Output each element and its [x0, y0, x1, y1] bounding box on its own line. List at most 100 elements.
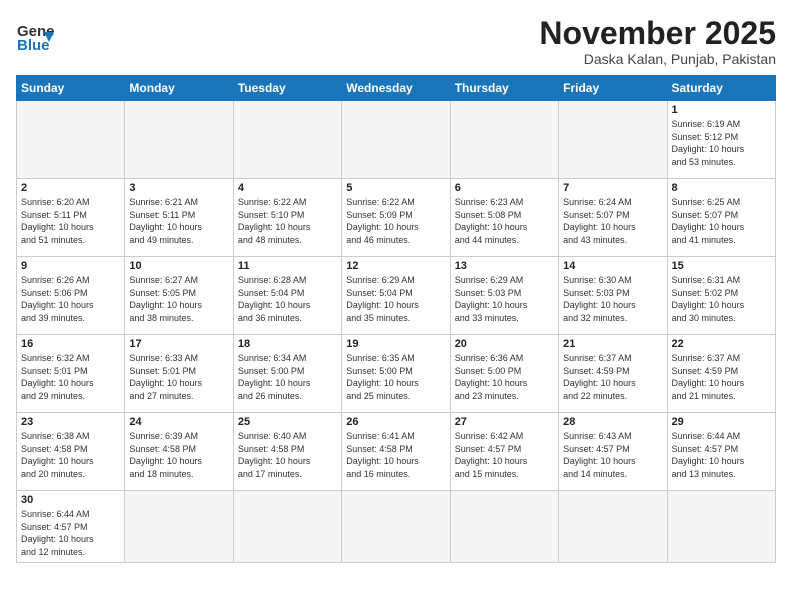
day-number: 14: [563, 260, 662, 272]
calendar-cell: 24 Sunrise: 6:39 AM Sunset: 4:58 PM Dayli…: [125, 413, 233, 491]
calendar-cell: 8Sunrise: 6:25 AM Sunset: 5:07 PM Daylig…: [667, 179, 775, 257]
day-number: 28: [563, 416, 662, 428]
calendar-week-row: 1 Sunrise: 6:19 AM Sunset: 5:12 PM Daylig…: [17, 101, 776, 179]
day-number: 29: [672, 416, 771, 428]
day-info: Sunrise: 6:32 AM Sunset: 5:01 PM Dayligh…: [21, 352, 120, 402]
calendar-cell: 14 Sunrise: 6:30 AM Sunset: 5:03 PM Dayli…: [559, 257, 667, 335]
calendar-week-row: 16 Sunrise: 6:32 AM Sunset: 5:01 PM Dayli…: [17, 335, 776, 413]
calendar-cell: 28 Sunrise: 6:43 AM Sunset: 4:57 PM Dayli…: [559, 413, 667, 491]
calendar-table: Sunday Monday Tuesday Wednesday Thursday…: [16, 75, 776, 562]
day-number: 1: [672, 104, 771, 116]
page: General Blue November 2025 Daska Kalan, …: [0, 0, 792, 612]
day-info: Sunrise: 6:30 AM Sunset: 5:03 PM Dayligh…: [563, 274, 662, 324]
calendar-cell: 20 Sunrise: 6:36 AM Sunset: 5:00 PM Dayli…: [450, 335, 558, 413]
calendar-cell: [559, 491, 667, 562]
day-number: 13: [455, 260, 554, 272]
day-info: Sunrise: 6:24 AM Sunset: 5:07 PM Dayligh…: [563, 196, 662, 246]
day-number: 8: [672, 182, 771, 194]
day-number: 3: [129, 182, 228, 194]
col-friday: Friday: [559, 76, 667, 101]
day-info: Sunrise: 6:26 AM Sunset: 5:06 PM Dayligh…: [21, 274, 120, 324]
logo: General Blue: [16, 16, 54, 54]
day-number: 12: [346, 260, 445, 272]
day-info: Sunrise: 6:27 AM Sunset: 5:05 PM Dayligh…: [129, 274, 228, 324]
header: General Blue November 2025 Daska Kalan, …: [16, 16, 776, 67]
day-info: Sunrise: 6:38 AM Sunset: 4:58 PM Dayligh…: [21, 430, 120, 480]
calendar-week-row: 30Sunrise: 6:44 AM Sunset: 4:57 PM Dayli…: [17, 491, 776, 562]
day-number: 7: [563, 182, 662, 194]
day-number: 10: [129, 260, 228, 272]
calendar-cell: 21Sunrise: 6:37 AM Sunset: 4:59 PM Dayli…: [559, 335, 667, 413]
day-number: 6: [455, 182, 554, 194]
title-area: November 2025 Daska Kalan, Punjab, Pakis…: [539, 16, 776, 67]
day-number: 4: [238, 182, 337, 194]
day-info: Sunrise: 6:37 AM Sunset: 4:59 PM Dayligh…: [563, 352, 662, 402]
calendar-cell: 29 Sunrise: 6:44 AM Sunset: 4:57 PM Dayli…: [667, 413, 775, 491]
day-info: Sunrise: 6:44 AM Sunset: 4:57 PM Dayligh…: [21, 508, 120, 558]
day-number: 25: [238, 416, 337, 428]
col-saturday: Saturday: [667, 76, 775, 101]
day-number: 2: [21, 182, 120, 194]
calendar-cell: 5Sunrise: 6:22 AM Sunset: 5:09 PM Daylig…: [342, 179, 450, 257]
day-number: 27: [455, 416, 554, 428]
day-info: Sunrise: 6:44 AM Sunset: 4:57 PM Dayligh…: [672, 430, 771, 480]
day-number: 23: [21, 416, 120, 428]
day-info: Sunrise: 6:35 AM Sunset: 5:00 PM Dayligh…: [346, 352, 445, 402]
calendar-cell: 13 Sunrise: 6:29 AM Sunset: 5:03 PM Dayli…: [450, 257, 558, 335]
calendar-cell: 1 Sunrise: 6:19 AM Sunset: 5:12 PM Daylig…: [667, 101, 775, 179]
calendar-cell: 30Sunrise: 6:44 AM Sunset: 4:57 PM Dayli…: [17, 491, 125, 562]
calendar-cell: [233, 101, 341, 179]
day-info: Sunrise: 6:43 AM Sunset: 4:57 PM Dayligh…: [563, 430, 662, 480]
day-info: Sunrise: 6:22 AM Sunset: 5:10 PM Dayligh…: [238, 196, 337, 246]
day-info: Sunrise: 6:34 AM Sunset: 5:00 PM Dayligh…: [238, 352, 337, 402]
calendar-cell: 2 Sunrise: 6:20 AM Sunset: 5:11 PM Daylig…: [17, 179, 125, 257]
calendar-cell: [342, 491, 450, 562]
day-info: Sunrise: 6:20 AM Sunset: 5:11 PM Dayligh…: [21, 196, 120, 246]
calendar-cell: 18 Sunrise: 6:34 AM Sunset: 5:00 PM Dayli…: [233, 335, 341, 413]
calendar-cell: [342, 101, 450, 179]
calendar-cell: 17Sunrise: 6:33 AM Sunset: 5:01 PM Dayli…: [125, 335, 233, 413]
calendar-cell: 6 Sunrise: 6:23 AM Sunset: 5:08 PM Daylig…: [450, 179, 558, 257]
day-info: Sunrise: 6:36 AM Sunset: 5:00 PM Dayligh…: [455, 352, 554, 402]
col-wednesday: Wednesday: [342, 76, 450, 101]
logo-icon: General Blue: [16, 16, 54, 54]
calendar-cell: 27Sunrise: 6:42 AM Sunset: 4:57 PM Dayli…: [450, 413, 558, 491]
day-number: 18: [238, 338, 337, 350]
day-number: 26: [346, 416, 445, 428]
day-number: 16: [21, 338, 120, 350]
day-number: 24: [129, 416, 228, 428]
calendar-cell: 26 Sunrise: 6:41 AM Sunset: 4:58 PM Dayli…: [342, 413, 450, 491]
calendar-cell: 22 Sunrise: 6:37 AM Sunset: 4:59 PM Dayli…: [667, 335, 775, 413]
calendar-cell: 16 Sunrise: 6:32 AM Sunset: 5:01 PM Dayli…: [17, 335, 125, 413]
day-number: 22: [672, 338, 771, 350]
col-tuesday: Tuesday: [233, 76, 341, 101]
day-info: Sunrise: 6:31 AM Sunset: 5:02 PM Dayligh…: [672, 274, 771, 324]
day-info: Sunrise: 6:23 AM Sunset: 5:08 PM Dayligh…: [455, 196, 554, 246]
calendar-cell: 25 Sunrise: 6:40 AM Sunset: 4:58 PM Dayli…: [233, 413, 341, 491]
calendar-cell: 3Sunrise: 6:21 AM Sunset: 5:11 PM Daylig…: [125, 179, 233, 257]
calendar-cell: 23 Sunrise: 6:38 AM Sunset: 4:58 PM Dayli…: [17, 413, 125, 491]
day-info: Sunrise: 6:19 AM Sunset: 5:12 PM Dayligh…: [672, 118, 771, 168]
day-number: 11: [238, 260, 337, 272]
day-number: 19: [346, 338, 445, 350]
calendar-cell: [450, 491, 558, 562]
day-number: 20: [455, 338, 554, 350]
day-info: Sunrise: 6:41 AM Sunset: 4:58 PM Dayligh…: [346, 430, 445, 480]
day-info: Sunrise: 6:37 AM Sunset: 4:59 PM Dayligh…: [672, 352, 771, 402]
calendar-cell: [17, 101, 125, 179]
calendar-cell: [667, 491, 775, 562]
col-thursday: Thursday: [450, 76, 558, 101]
calendar-body: 1 Sunrise: 6:19 AM Sunset: 5:12 PM Daylig…: [17, 101, 776, 562]
day-info: Sunrise: 6:29 AM Sunset: 5:03 PM Dayligh…: [455, 274, 554, 324]
day-info: Sunrise: 6:40 AM Sunset: 4:58 PM Dayligh…: [238, 430, 337, 480]
calendar-cell: [233, 491, 341, 562]
calendar-week-row: 23 Sunrise: 6:38 AM Sunset: 4:58 PM Dayli…: [17, 413, 776, 491]
calendar-cell: 19 Sunrise: 6:35 AM Sunset: 5:00 PM Dayli…: [342, 335, 450, 413]
calendar-cell: [125, 101, 233, 179]
day-number: 5: [346, 182, 445, 194]
day-info: Sunrise: 6:39 AM Sunset: 4:58 PM Dayligh…: [129, 430, 228, 480]
calendar-cell: [559, 101, 667, 179]
location: Daska Kalan, Punjab, Pakistan: [539, 51, 776, 67]
calendar-week-row: 2 Sunrise: 6:20 AM Sunset: 5:11 PM Daylig…: [17, 179, 776, 257]
col-sunday: Sunday: [17, 76, 125, 101]
